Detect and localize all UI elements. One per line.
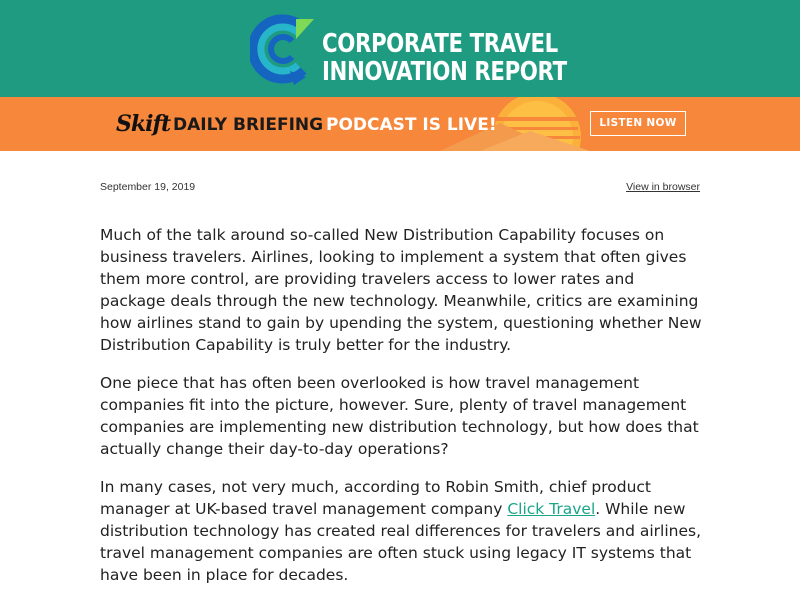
click-travel-link[interactable]: Click Travel bbox=[507, 500, 595, 518]
logo-title-line1: CORPORATE TRAVEL bbox=[322, 29, 558, 59]
logo-title: CORPORATE TRAVEL INNOVATION REPORT bbox=[322, 30, 567, 86]
article-paragraph: In many cases, not very much, according … bbox=[100, 476, 702, 586]
c-arrow-logo-icon bbox=[250, 14, 314, 85]
logo-title-line2: INNOVATION REPORT bbox=[322, 57, 567, 87]
view-in-browser-link[interactable]: View in browser bbox=[626, 181, 700, 193]
podcast-banner[interactable]: Skift DAILY BRIEFING PODCAST IS LIVE! LI… bbox=[0, 97, 800, 151]
article-paragraph: Much of the talk around so-called New Di… bbox=[100, 226, 702, 354]
article-paragraph: One piece that has often been overlooked… bbox=[100, 374, 699, 458]
banner-title-part1: DAILY BRIEFING bbox=[173, 115, 324, 135]
listen-now-button[interactable]: LISTEN NOW bbox=[590, 111, 686, 136]
newsletter-header: CORPORATE TRAVEL INNOVATION REPORT bbox=[0, 0, 800, 97]
banner-title-part2: PODCAST IS LIVE! bbox=[326, 115, 497, 135]
skift-logo: Skift bbox=[116, 111, 171, 137]
issue-date: September 19, 2019 bbox=[100, 181, 196, 193]
article-body: Much of the talk around so-called New Di… bbox=[100, 224, 702, 600]
